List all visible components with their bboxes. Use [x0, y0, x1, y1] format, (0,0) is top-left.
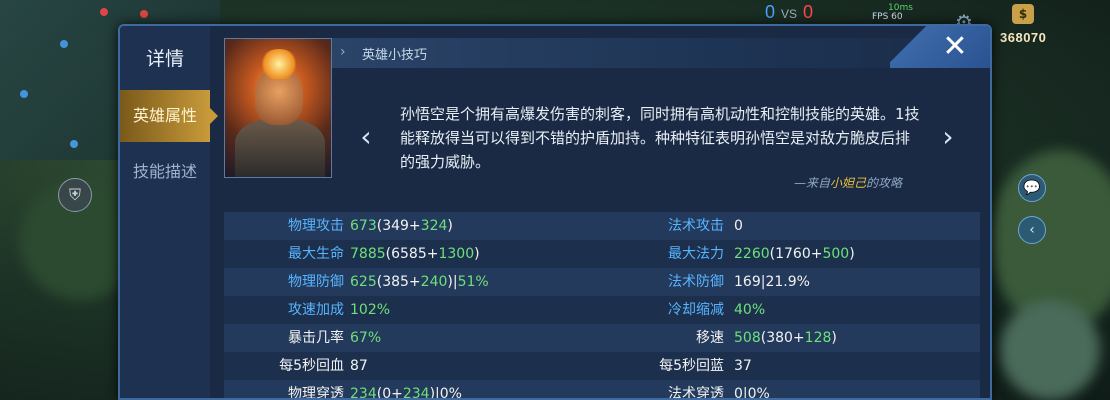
score-blue: 0: [765, 2, 776, 22]
stat-row: 物理防御 625(385+240)|51% 法术防御 169|21.9%: [224, 268, 980, 296]
stat-value: 102%: [350, 302, 391, 318]
stat-label: 物理穿透: [288, 386, 344, 400]
stat-value: 169|21.9%: [734, 274, 810, 290]
stat-label: 最大生命: [288, 246, 344, 262]
stats-table: 物理攻击 673(349+324) 法术攻击 0 最大生命 7885(6585+1300)…: [224, 212, 980, 400]
stat-value: 0|0%: [734, 386, 770, 400]
stat-row: 每5秒回血 87 每5秒回蓝 37: [224, 352, 980, 380]
tip-source-suffix: 的攻略: [865, 176, 902, 190]
stat-label: 暴击几率: [288, 330, 344, 346]
tips-header: › 英雄小技巧: [332, 38, 980, 68]
stat-value: 673(349+324): [350, 218, 453, 234]
stat-row: 物理攻击 673(349+324) 法术攻击 0: [224, 212, 980, 240]
ally-marker: [70, 140, 78, 148]
stat-value: 0: [734, 218, 743, 234]
portrait-body: [235, 119, 325, 177]
stat-value: 2260(1760+500): [734, 246, 855, 262]
portrait-flame-crown: [259, 49, 299, 79]
tab-skill-description[interactable]: 技能描述: [120, 146, 210, 198]
prev-tip-button[interactable]: ‹: [356, 122, 376, 152]
tip-text: 孙悟空是个拥有高爆发伤害的刺客，同时拥有高机动性和控制技能的英雄。1技能释放得当…: [400, 105, 920, 171]
tip-source: —来自小妲己的攻略: [794, 174, 902, 191]
stat-label: 物理防御: [288, 274, 344, 290]
stat-label: 移速: [696, 330, 724, 346]
stat-value: 87: [350, 358, 368, 374]
hero-portrait: [224, 38, 332, 178]
score-vs: VS: [781, 7, 798, 21]
ally-marker: [20, 90, 28, 98]
chevron-left-icon[interactable]: ‹: [1018, 216, 1046, 244]
stat-label: 物理攻击: [288, 218, 344, 234]
header-chevron-icon: ›: [340, 44, 346, 60]
stat-value: 508(380+128): [734, 330, 837, 346]
stat-row: 攻速加成 102% 冷却缩减 40%: [224, 296, 980, 324]
hero-detail-panel: 详情 英雄属性 技能描述 › 英雄小技巧 ✕ ‹ 孙悟空是个拥有高爆发伤害的刺客…: [118, 24, 992, 400]
tips-header-title: 英雄小技巧: [362, 48, 428, 63]
stat-value: 67%: [350, 330, 382, 346]
tip-source-author[interactable]: 小妲己: [830, 176, 866, 190]
detail-sidebar: 详情 英雄属性 技能描述: [120, 26, 218, 398]
ally-marker: [60, 40, 68, 48]
stat-value: 7885(6585+1300): [350, 246, 480, 262]
shield-icon[interactable]: ⛨: [58, 178, 92, 212]
stat-label: 法术穿透: [668, 386, 724, 400]
stat-row: 暴击几率 67% 移速 508(380+128): [224, 324, 980, 352]
team-score: 0 VS 0: [765, 2, 813, 23]
tab-hero-attributes[interactable]: 英雄属性: [120, 90, 218, 142]
sidebar-title: 详情: [145, 48, 184, 70]
stat-row: 最大生命 7885(6585+1300) 最大法力 2260(1760+500): [224, 240, 980, 268]
gold-amount: 368070: [1000, 30, 1047, 45]
fps-readout: FPS 60: [872, 12, 903, 22]
stat-value: 37: [734, 358, 752, 374]
stat-label: 法术攻击: [668, 218, 724, 234]
stat-label: 最大法力: [668, 246, 724, 262]
gold-bag-icon: $: [1012, 4, 1034, 24]
stat-value: 234(0+234)|0%: [350, 386, 462, 400]
stat-label: 法术防御: [668, 274, 724, 290]
stat-value: 40%: [734, 302, 766, 318]
chat-icon[interactable]: 💬: [1018, 174, 1046, 202]
stat-label: 每5秒回血: [279, 358, 344, 374]
score-red: 0: [803, 2, 814, 22]
tip-source-prefix: —来自: [793, 176, 830, 190]
stat-label: 冷却缩减: [668, 302, 724, 318]
stat-label: 每5秒回蓝: [659, 358, 724, 374]
stat-row: 物理穿透 234(0+234)|0% 法术穿透 0|0%: [224, 380, 980, 400]
terrain-patch: [1000, 300, 1100, 400]
close-button[interactable]: ✕: [890, 26, 990, 68]
stat-value: 625(385+240)|51%: [350, 274, 489, 290]
next-tip-button[interactable]: ›: [938, 122, 958, 152]
stat-label: 攻速加成: [288, 302, 344, 318]
